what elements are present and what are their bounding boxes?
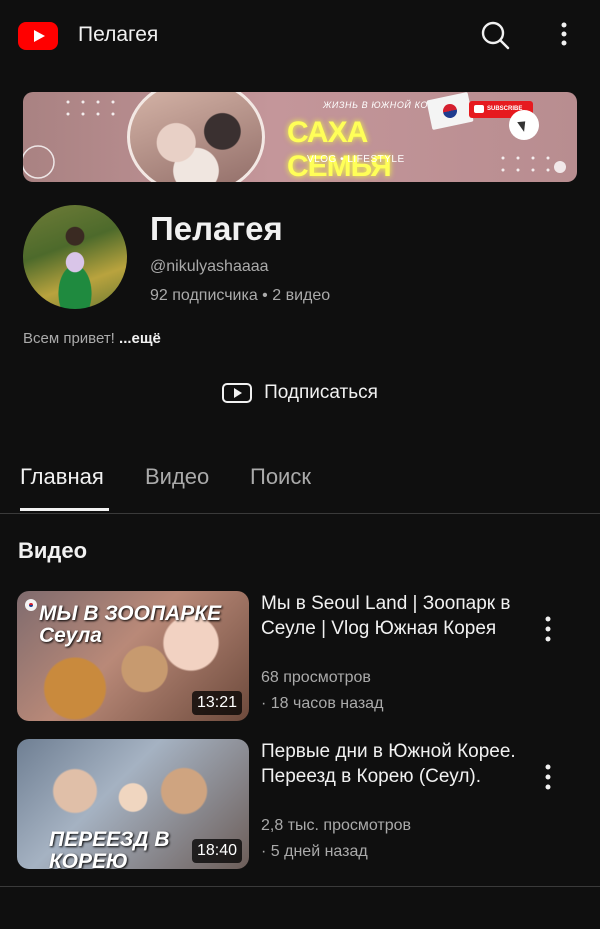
channel-description[interactable]: Всем привет! ...ещё [23, 329, 161, 349]
more-vertical-icon[interactable] [552, 20, 576, 50]
active-tab-indicator [20, 508, 109, 511]
video-more-icon[interactable] [538, 615, 558, 643]
video-date: · 5 дней назад [261, 843, 368, 860]
video-item[interactable]: МЫ В ЗООПАРКЕ Сеула 13:21 Мы в Seoul Lan… [0, 591, 600, 723]
korea-flag-icon [25, 599, 37, 611]
channel-stats: 92 подписчика • 2 видео [150, 287, 331, 304]
banner-title: САХА СЕМЬЯ [287, 116, 392, 182]
video-views: 2,8 тыс. просмотров [261, 817, 412, 834]
video-date: · 18 часов назад [261, 695, 384, 712]
play-button-icon [222, 383, 253, 403]
video-item[interactable]: ПЕРЕЕЗД В КОРЕЮ 18:40 Первые дни в Южной… [0, 739, 600, 871]
video-views: 68 просмотров [261, 669, 371, 686]
top-bar: Пелагея [0, 0, 600, 70]
channel-banner: ЖИЗНЬ В ЮЖНОЙ КОРЕЕ САХА СЕМЬЯ VLOG • LI… [23, 92, 577, 182]
tab-search[interactable]: Поиск [250, 464, 311, 490]
subscribe-button[interactable]: Подписаться [200, 372, 400, 414]
search-icon[interactable] [480, 20, 510, 50]
video-duration: 18:40 [191, 839, 242, 863]
video-more-icon[interactable] [538, 763, 558, 791]
top-bar-title: Пелагея [78, 23, 159, 46]
youtube-logo-icon[interactable] [18, 22, 58, 50]
video-duration: 13:21 [191, 691, 242, 715]
section-title: Видео [18, 538, 88, 563]
channel-avatar[interactable] [23, 205, 127, 309]
description-text: Всем привет! [23, 330, 120, 347]
video-title[interactable]: Первые дни в Южной Корее. Переезд в Коре… [261, 739, 523, 789]
banner-family-photo [127, 92, 265, 182]
subscribe-label: Подписаться [264, 382, 378, 403]
video-title[interactable]: Мы в Seoul Land | Зоопарк в Сеуле | Vlog… [261, 591, 523, 641]
thumbnail-text: МЫ В ЗООПАРКЕ Сеула [39, 602, 222, 647]
description-more-link[interactable]: ...ещё [119, 330, 161, 347]
channel-handle: @nikulyashaaaa [150, 258, 269, 275]
cursor-icon [509, 110, 539, 140]
video-thumbnail[interactable]: МЫ В ЗООПАРКЕ Сеула 13:21 [17, 591, 249, 721]
channel-tabs: Главная Видео Поиск [0, 450, 600, 514]
tab-videos[interactable]: Видео [145, 464, 209, 490]
divider [0, 886, 600, 887]
video-thumbnail[interactable]: ПЕРЕЕЗД В КОРЕЮ 18:40 [17, 739, 249, 869]
channel-name: Пелагея [150, 210, 283, 247]
banner-subtitle: VLOG • LIFESTYLE [307, 154, 405, 165]
tab-home[interactable]: Главная [20, 464, 104, 490]
